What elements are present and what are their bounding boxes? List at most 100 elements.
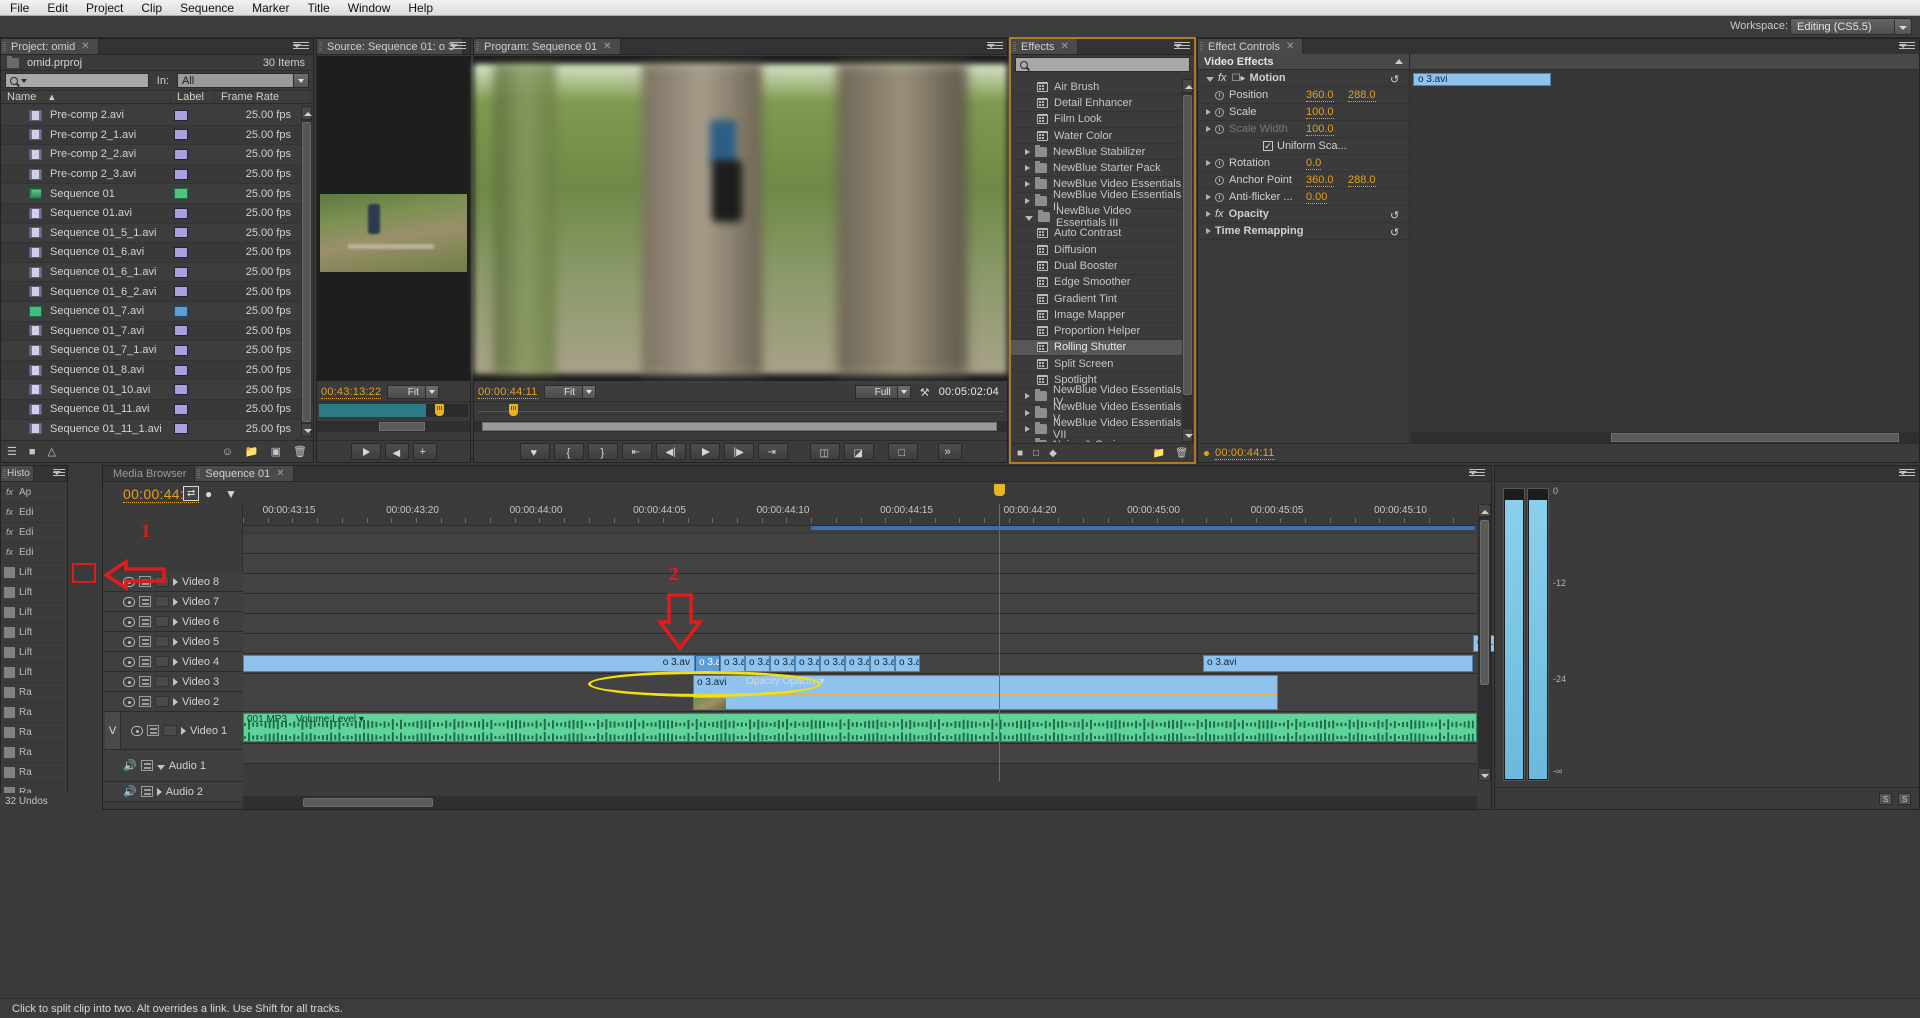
track-body-audio-2[interactable] [243,744,1477,764]
project-item-list[interactable]: Pre-comp 2.avi 25.00 fps Pre-comp 2_1.avi 2… [1,106,301,437]
menu-item-edit[interactable]: Edit [47,1,68,15]
ycbcr-filter-icon[interactable]: ◆ [1049,448,1057,459]
track-header-video-3[interactable]: Video 3 [103,672,243,692]
timeline-clip[interactable]: o 3.a [795,655,820,672]
program-cti-playhead[interactable] [509,404,518,416]
scroll-up-button[interactable] [301,106,312,120]
expand-track-icon[interactable] [173,677,178,686]
menu-item-project[interactable]: Project [86,1,123,15]
close-icon[interactable]: ✕ [1060,41,1068,52]
effects-folder-row[interactable]: NewBlue Starter Pack [1011,160,1182,177]
column-header-name[interactable]: Name ▲ [1,91,171,103]
tab-effect-controls[interactable]: Effect Controls ✕ [1198,39,1304,54]
effects-effect-row[interactable]: Proportion Helper [1011,323,1182,340]
history-item[interactable]: Lift [1,643,67,663]
toggle-track-output-icon[interactable] [131,725,143,736]
scroll-up-button[interactable] [1478,504,1491,517]
tab-project[interactable]: Project: omid ✕ [1,39,99,54]
timeline-clip[interactable]: o 3.a [820,655,845,672]
ec-clip-block[interactable]: o 3.avi [1413,73,1551,86]
tab-sequence-01[interactable]: Sequence 01 ✕ [195,466,294,481]
track-header-audio-1[interactable]: 🔊 Audio 1 [103,750,243,782]
stopwatch-icon[interactable] [1215,158,1224,168]
reset-icon[interactable]: ↺ [1390,209,1401,222]
timeline-clip[interactable]: o 3.a [745,655,770,672]
close-icon[interactable]: ✕ [1286,41,1294,52]
history-item[interactable]: Ra [1,703,67,723]
project-item-row[interactable]: Sequence 01 25.00 fps [1,184,301,204]
timeline-vertical-scrollbar[interactable] [1478,504,1491,781]
toggle-track-lock-icon[interactable] [139,696,151,707]
effects-effect-row[interactable]: Edge Smoother [1011,275,1182,291]
track-body-video-5[interactable] [243,594,1477,614]
project-item-row[interactable]: Pre-comp 2_1.avi 25.00 fps [1,125,301,146]
track-body-video-6[interactable] [243,574,1477,594]
chevron-right-icon[interactable] [1025,409,1030,416]
ec-horizontal-scrollbar[interactable] [1411,432,1919,443]
accelerated-filter-icon[interactable]: ■ [1017,448,1023,459]
effects-search-input[interactable] [1015,57,1190,72]
history-item[interactable]: Ra [1,743,67,763]
scrollbar-thumb[interactable] [482,422,997,431]
work-area-fill[interactable] [811,526,1475,530]
project-item-row[interactable]: Sequence 01_6_1.avi 25.00 fps [1,262,301,283]
toggle-track-lock-icon[interactable] [139,596,151,607]
column-header-label[interactable]: Label [171,91,215,103]
program-monitor-ruler[interactable] [474,401,1007,419]
play-stop-button[interactable] [350,443,381,460]
new-bin-icon[interactable]: 📁 [245,445,259,458]
history-item[interactable]: Ra [1,723,67,743]
tab-program-monitor[interactable]: Program: Sequence 01 ✕ [474,39,621,54]
export-frame-button[interactable]: □ [887,443,918,460]
label-color-swatch[interactable] [174,305,189,317]
menu-item-file[interactable]: File [10,1,29,15]
stopwatch-icon[interactable] [1215,175,1224,185]
chevron-right-icon[interactable] [1206,228,1211,234]
effect-control-value[interactable]: 288.0 [1348,174,1376,187]
toggle-track-lock-icon[interactable] [139,676,151,687]
history-item[interactable]: fx Edi [1,523,67,543]
track-body-video-2[interactable]: o 3.av o 3.a o 3.a o 3.a o 3.a o 3.a o 3.a o 3.… [243,654,1477,674]
source-monitor-ruler[interactable] [317,401,470,419]
label-color-swatch[interactable] [174,246,189,258]
project-item-row[interactable]: Sequence 01_10.avi 25.00 fps [1,380,301,400]
timeline-ruler[interactable]: 00:00:43:15 00:00:43:20 00:00:44:00 00:00:4… [243,504,1477,526]
toggle-track-lock-icon[interactable] [139,636,151,647]
timeline-horizontal-scrollbar[interactable] [243,796,1477,809]
speaker-icon[interactable]: 🔊 [123,785,137,798]
history-item[interactable]: Lift [1,583,67,603]
effect-control-row[interactable]: Anti-flicker ... 0.00 [1198,189,1409,206]
panel-menu-icon[interactable] [1469,469,1485,480]
effect-controls-bottom-timecode[interactable]: 00:00:44:11 [1215,447,1275,460]
more-buttons[interactable]: + [412,443,437,460]
timeline-clip[interactable]: o 3.av [243,655,695,672]
project-item-row[interactable]: Sequence 01_7_1.avi 25.00 fps [1,341,301,361]
track-body-audio-1[interactable]: 001.MP3 Volume:Level ▾ [243,712,1477,744]
effect-control-row[interactable]: ✓ Uniform Sca... [1198,138,1409,155]
stopwatch-icon[interactable] [1215,124,1224,134]
effects-folder-row[interactable]: NewBlue Video Essentials VII [1011,417,1182,441]
scroll-up-button[interactable] [1182,79,1193,93]
history-item-list[interactable]: fx Ap fx Edi fx Edi fx Edi Lift Lift Lift Lift Lift L… [1,483,67,809]
effect-control-row[interactable]: fx ☐▸ Motion ↺ [1198,70,1409,87]
menu-item-sequence[interactable]: Sequence [180,1,234,15]
menu-item-marker[interactable]: Marker [252,1,289,15]
track-header-video-4[interactable]: Video 4 [103,652,243,672]
project-item-row[interactable]: Pre-comp 2.avi 25.00 fps [1,106,301,126]
label-color-swatch[interactable] [174,384,189,396]
uniform-scale-checkbox[interactable]: ✓ [1263,141,1273,151]
chevron-right-icon[interactable] [1206,160,1211,166]
effect-control-value[interactable]: 360.0 [1306,89,1334,102]
expand-track-icon[interactable] [173,577,178,586]
label-color-swatch[interactable] [174,423,189,435]
effects-effect-row[interactable]: Rolling Shutter [1011,339,1182,357]
effects-effect-row[interactable]: Detail Enhancer [1011,95,1182,112]
history-item[interactable]: Lift [1,623,67,643]
close-icon[interactable]: ✕ [603,41,611,52]
label-color-swatch[interactable] [174,227,189,239]
panel-menu-icon[interactable] [53,469,65,480]
history-item[interactable]: Ra [1,683,67,703]
lift-button[interactable]: ◫ [809,443,840,460]
toggle-track-output-icon[interactable] [123,636,135,647]
program-quality-select[interactable]: Full [854,385,911,399]
